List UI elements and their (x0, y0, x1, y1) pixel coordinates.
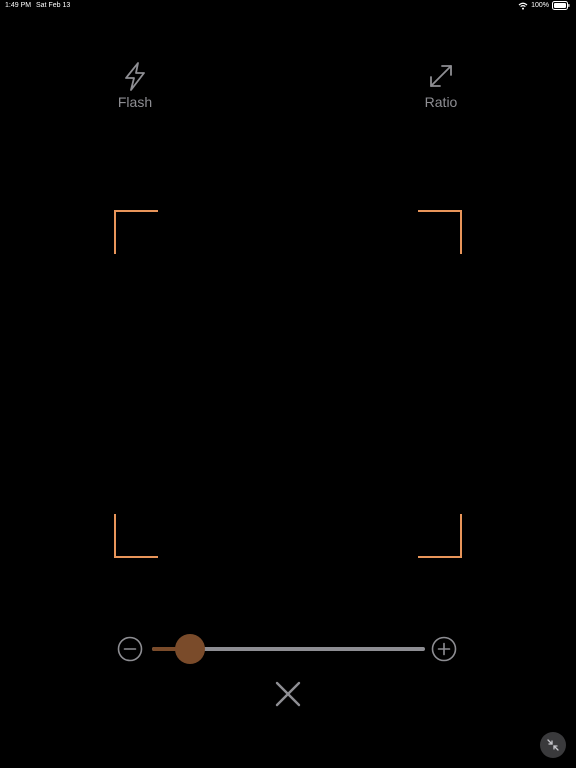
battery-percentage: 100% (531, 2, 549, 9)
diagonal-arrows-icon (406, 60, 476, 92)
zoom-in-button[interactable] (431, 636, 457, 662)
frame-corner-bottom-right (418, 514, 462, 558)
battery-icon (552, 1, 570, 10)
close-button[interactable] (272, 678, 304, 710)
flash-label: Flash (117, 94, 153, 110)
zoom-slider[interactable] (152, 634, 425, 664)
zoom-slider-thumb[interactable] (175, 634, 206, 664)
frame-corner-top-left (114, 210, 158, 254)
flash-button[interactable]: Flash (100, 60, 170, 110)
close-icon (272, 681, 304, 714)
frame-corner-top-right (418, 210, 462, 254)
status-time: 1:49 PM (5, 2, 32, 9)
minus-circle-icon (117, 636, 143, 666)
lightning-bolt-icon (100, 60, 170, 92)
ratio-button[interactable]: Ratio (406, 60, 476, 110)
status-date: Sat Feb 13 (36, 2, 71, 9)
minimize-arrows-icon (540, 732, 566, 758)
status-indicators: 100% (518, 1, 570, 10)
zoom-out-button[interactable] (117, 636, 143, 662)
plus-circle-icon (431, 636, 457, 666)
wifi-icon (518, 2, 528, 10)
ratio-label: Ratio (424, 94, 458, 110)
status-bar: 1:49 PM Sat Feb 13 100% (0, 0, 576, 14)
frame-corner-bottom-left (114, 514, 158, 558)
minimize-button[interactable] (540, 732, 566, 758)
